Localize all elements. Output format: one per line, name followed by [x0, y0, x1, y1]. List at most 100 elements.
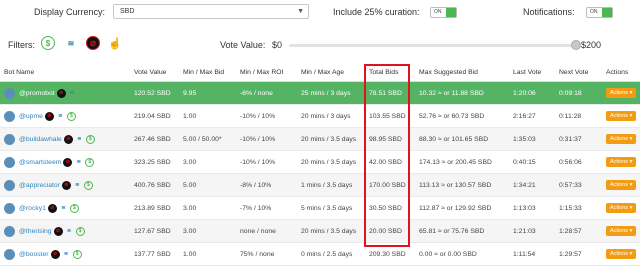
- curation-toggle[interactable]: ON: [430, 7, 457, 18]
- cell-max-suggested-bid: 113.13 ≈ or 130.57 SBD: [415, 173, 509, 197]
- cell-max-suggested-bid: 174.13 ≈ or 200.45 SBD: [415, 150, 509, 174]
- dollar-icon: $: [83, 180, 93, 190]
- avatar: [4, 202, 15, 214]
- actions-button[interactable]: Actions ▾: [606, 249, 637, 259]
- chevron-down-icon: ▼: [297, 8, 304, 15]
- curation-toggle-text: ON: [434, 9, 442, 15]
- hand-icon[interactable]: ☝: [108, 36, 122, 50]
- cell-max-suggested-bid: 65.81 ≈ or 75.76 SBD: [415, 219, 509, 243]
- cell-last-vote: 1:11:54: [509, 242, 555, 266]
- slider-handle[interactable]: [571, 40, 581, 50]
- cell-bot-name: @buildawhale ⊘ ≋ $: [0, 127, 130, 151]
- col-max-suggested-bid[interactable]: Max Suggested Bid: [415, 63, 509, 82]
- vote-value-label: Vote Value:: [220, 40, 266, 50]
- dollar-icon: $: [69, 203, 79, 213]
- cell-min-max-roi: -10% / 10%: [236, 127, 297, 151]
- avatar: [4, 133, 15, 145]
- cell-min-max-age: 20 mins / 3.5 days: [297, 127, 365, 151]
- cell-next-vote: 0:56:06: [555, 150, 602, 174]
- no-bot-icon: ⊘: [47, 203, 57, 213]
- cell-bot-name: @therising ⊘ ≋ $: [0, 219, 130, 243]
- filters-label: Filters:: [8, 40, 35, 50]
- steem-icon[interactable]: ≋: [64, 36, 78, 50]
- steem-icon: ≋: [70, 90, 75, 96]
- cell-vote-value: 323.25 SBD: [130, 150, 179, 174]
- cell-actions: Actions ▾: [602, 150, 640, 174]
- actions-button[interactable]: Actions ▾: [606, 111, 637, 121]
- cell-actions: Actions ▾: [602, 196, 640, 220]
- no-bot-icon: ⊘: [53, 226, 63, 236]
- dollar-icon[interactable]: $: [41, 36, 55, 50]
- actions-button[interactable]: Actions ▾: [606, 134, 637, 144]
- vote-value-slider[interactable]: [289, 44, 576, 47]
- cell-min-max-roi: 75% / none: [236, 242, 297, 266]
- no-bot-icon: ⊘: [63, 157, 73, 167]
- cell-min-max-age: 20 mins / 3.5 days: [297, 219, 365, 243]
- col-vote-value[interactable]: Vote Value: [130, 63, 179, 82]
- toggle-knob: [602, 8, 612, 17]
- cell-min-max-bid: 3.00: [179, 196, 236, 220]
- no-bot-icon: ⊘: [61, 180, 71, 190]
- cell-vote-value: 213.89 SBD: [130, 196, 179, 220]
- actions-button[interactable]: Actions ▾: [606, 157, 637, 167]
- col-min-max-roi[interactable]: Min / Max ROI: [236, 63, 297, 82]
- bot-name-link[interactable]: @therising: [19, 228, 52, 235]
- table-row: @upme ⊘ ≋ $219.04 SBD 1.00 -10% / 10% 20 mins …: [0, 104, 640, 128]
- cell-vote-value: 120.52 SBD: [130, 81, 179, 105]
- steem-icon: ≋: [76, 159, 81, 165]
- bot-name-link[interactable]: @smartsteem: [19, 159, 61, 166]
- no-bot-icon: ⊘: [56, 88, 66, 98]
- controls-panel: Display Currency: SBD ▼ Include 25% cura…: [0, 0, 640, 62]
- col-min-max-bid[interactable]: Min / Max Bid: [179, 63, 236, 82]
- cell-next-vote: 0:09:18: [555, 81, 602, 105]
- cell-min-max-roi: -7% / 10%: [236, 196, 297, 220]
- notifications-toggle[interactable]: ON: [586, 7, 613, 18]
- cell-last-vote: 1:35:03: [509, 127, 555, 151]
- cell-vote-value: 400.76 SBD: [130, 173, 179, 197]
- bot-name-link[interactable]: @booster: [19, 251, 49, 258]
- col-bot-name[interactable]: Bot Name: [0, 63, 130, 82]
- cell-min-max-roi: -10% / 10%: [236, 104, 297, 128]
- cell-actions: Actions ▾: [602, 104, 640, 128]
- actions-button[interactable]: Actions ▾: [606, 226, 637, 236]
- actions-button[interactable]: Actions ▾: [606, 88, 637, 98]
- no-bot-icon[interactable]: ⊘: [86, 36, 100, 50]
- actions-button[interactable]: Actions ▾: [606, 180, 637, 190]
- cell-min-max-bid: 1.00: [179, 242, 236, 266]
- col-next-vote[interactable]: Next Vote: [555, 63, 602, 82]
- steem-icon: ≋: [75, 182, 80, 188]
- dollar-icon: $: [85, 134, 95, 144]
- cell-last-vote: 2:16:27: [509, 104, 555, 128]
- cell-actions: Actions ▾: [602, 242, 640, 266]
- no-bot-icon: ⊘: [50, 249, 60, 259]
- steem-icon: ≋: [77, 136, 82, 142]
- cell-vote-value: 219.04 SBD: [130, 104, 179, 128]
- col-last-vote[interactable]: Last Vote: [509, 63, 555, 82]
- cell-min-max-roi: none / none: [236, 219, 297, 243]
- steem-icon: ≋: [58, 113, 63, 119]
- col-actions: Actions: [602, 63, 640, 82]
- table-row: @therising ⊘ ≋ $127.67 SBD 3.00 none / none 20…: [0, 219, 640, 243]
- steem-icon: ≋: [63, 251, 69, 257]
- avatar: [4, 248, 15, 260]
- no-bot-icon: ⊘: [63, 134, 73, 144]
- cell-actions: Actions ▾: [602, 127, 640, 151]
- bot-name-link[interactable]: @upme: [19, 113, 43, 120]
- cell-bot-name: @rocky1 ⊘ ≋ $: [0, 196, 130, 220]
- vote-min: $0: [272, 40, 283, 50]
- currency-select[interactable]: SBD ▼: [113, 4, 309, 19]
- cell-min-max-age: 5 mins / 3.5 days: [297, 196, 365, 220]
- cell-min-max-age: 0 mins / 2.5 days: [297, 242, 365, 266]
- bot-name-link[interactable]: @rocky1: [19, 205, 46, 212]
- cell-min-max-roi: -8% / 10%: [236, 173, 297, 197]
- cell-next-vote: 1:28:57: [555, 219, 602, 243]
- bot-name-link[interactable]: @appreciator: [19, 182, 60, 189]
- cell-min-max-bid: 3.00: [179, 150, 236, 174]
- col-min-max-age[interactable]: Min / Max Age: [297, 63, 365, 82]
- cell-min-max-bid: 5.00: [179, 173, 236, 197]
- table-row: @booster ⊘ ≋ $137.77 SBD 1.00 75% / none 0 min…: [0, 242, 640, 266]
- actions-button[interactable]: Actions ▾: [606, 203, 637, 213]
- bot-name-link[interactable]: @buildawhale: [19, 136, 62, 143]
- bot-name-link[interactable]: @promobot: [19, 90, 55, 97]
- cell-min-max-age: 1 mins / 3.5 days: [297, 173, 365, 197]
